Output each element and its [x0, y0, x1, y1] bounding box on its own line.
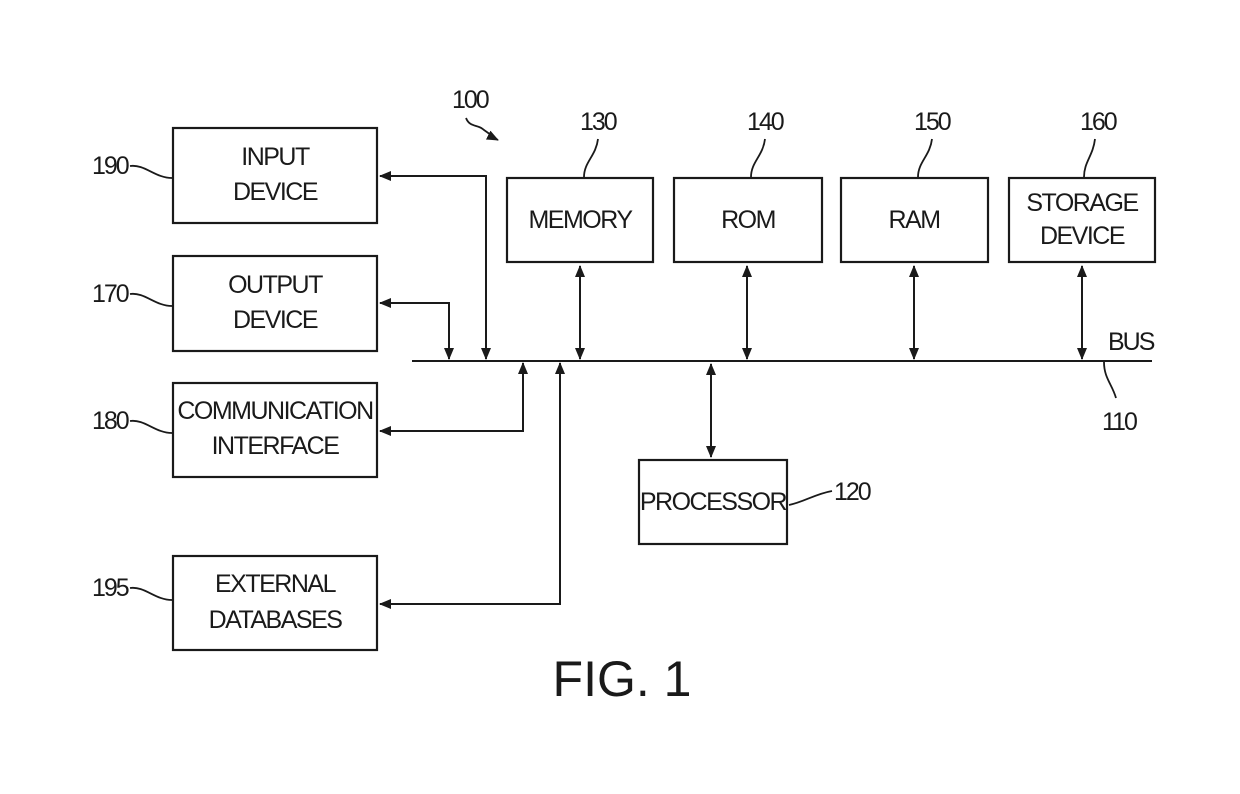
bus-ref: 110 [1102, 408, 1137, 436]
processor-label: PROCESSOR [640, 488, 787, 516]
input-device-label-line1: INPUT [241, 143, 310, 171]
communication-interface-label-line1: COMMUNICATION [177, 397, 373, 425]
bus-label: BUS [1108, 328, 1155, 356]
input-device-label-line2: DEVICE [233, 178, 318, 206]
output-device-connector [379, 298, 450, 359]
external-databases-connector [379, 363, 561, 609]
communication-interface-ref: 180 [92, 407, 129, 435]
storage-device-block: STORAGE DEVICE 160 [1007, 108, 1157, 264]
memory-ref: 130 [580, 108, 617, 136]
ram-ref-leader [917, 138, 933, 178]
output-device-block: OUTPUT DEVICE 170 [92, 254, 379, 353]
block-diagram: 100 BUS 110 INPUT DEVICE 190 OUTPUT DEVI… [92, 86, 1157, 707]
processor-ref: 120 [834, 478, 871, 506]
rom-ref: 140 [747, 108, 784, 136]
rom-label: ROM [721, 206, 775, 234]
external-databases-label-line2: DATABASES [209, 606, 343, 634]
output-device-label-line2: DEVICE [233, 306, 318, 334]
input-device-ref: 190 [92, 152, 129, 180]
ram-label: RAM [888, 206, 939, 234]
storage-device-ref-leader [1083, 138, 1096, 178]
processor-ref-leader [788, 490, 833, 506]
bus-ref-leader [1103, 361, 1117, 399]
processor-block: PROCESSOR 120 [637, 458, 873, 546]
input-device-block: INPUT DEVICE 190 [92, 126, 379, 225]
figure-caption: FIG. 1 [553, 651, 692, 707]
ram-ref: 150 [914, 108, 951, 136]
rom-ref-leader [750, 138, 766, 178]
system-ref-label: 100 [452, 86, 489, 114]
communication-interface-label-line2: INTERFACE [212, 432, 340, 460]
external-databases-block: EXTERNAL DATABASES 195 [92, 554, 379, 652]
memory-block: MEMORY 130 [505, 108, 655, 264]
memory-ref-leader [583, 138, 599, 178]
communication-interface-block: COMMUNICATION INTERFACE 180 [92, 381, 379, 479]
memory-label: MEMORY [528, 206, 633, 234]
input-device-ref-leader [129, 165, 173, 179]
output-device-ref: 170 [92, 280, 129, 308]
external-databases-ref: 195 [92, 574, 129, 602]
communication-interface-ref-leader [129, 420, 173, 434]
storage-device-label-line2: DEVICE [1040, 222, 1125, 250]
ram-block: RAM 150 [839, 108, 990, 264]
rom-block: ROM 140 [672, 108, 824, 264]
external-databases-label-line1: EXTERNAL [215, 570, 337, 598]
storage-device-label-line1: STORAGE [1026, 189, 1138, 217]
output-device-label-line1: OUTPUT [228, 271, 323, 299]
external-databases-ref-leader [129, 587, 173, 601]
output-device-ref-leader [129, 293, 173, 307]
storage-device-ref: 160 [1080, 108, 1117, 136]
input-device-connector [379, 171, 487, 359]
system-ref-arrow [465, 117, 499, 141]
communication-interface-connector [379, 363, 524, 436]
